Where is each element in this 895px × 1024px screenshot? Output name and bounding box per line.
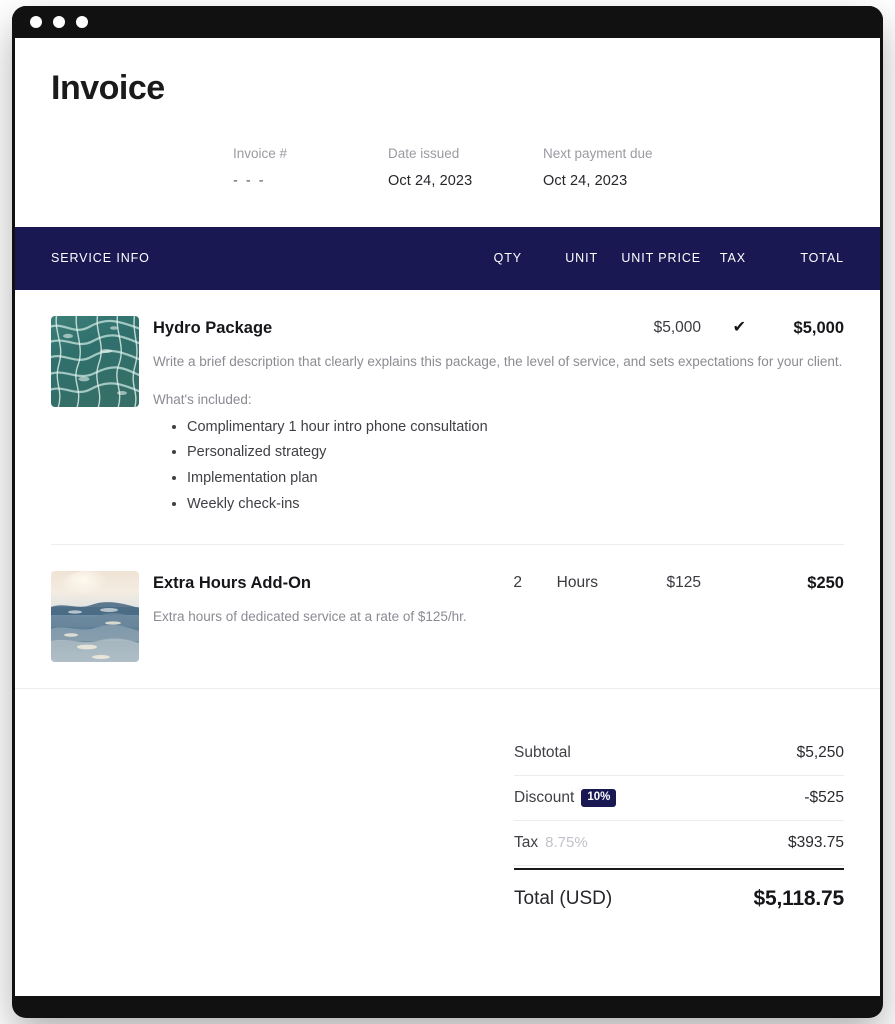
table-row[interactable]: Hydro Package $5,000 ✔ $5,000 Write a br… [51, 290, 844, 545]
subtotal-label: Subtotal [514, 743, 571, 761]
meta-next-payment-due: Next payment due Oct 24, 2023 [543, 145, 743, 190]
discount-label: Discount [514, 788, 575, 806]
grand-total-amount: $5,118.75 [753, 886, 845, 910]
line-item-description: Write a brief description that clearly e… [153, 354, 843, 370]
tax-rate: 8.75% [545, 834, 588, 852]
minimize-icon[interactable] [53, 16, 65, 28]
tax-row: Tax 8.75% $393.75 [514, 821, 844, 866]
line-item-total: $250 [807, 573, 844, 592]
subtotal-row: Subtotal $5,250 [514, 731, 844, 776]
meta-label: Invoice # [233, 146, 288, 162]
column-header-unit-price: UNIT PRICE [621, 251, 701, 266]
included-list: Complimentary 1 hour intro phone consult… [153, 415, 844, 518]
line-items-table-header: SERVICE INFO QTY UNIT UNIT PRICE TAX TOT… [15, 226, 880, 290]
meta-value: Oct 24, 2023 [543, 172, 628, 189]
totals-list: Subtotal $5,250 Discount 10% -$525 Tax 8… [514, 731, 844, 924]
pool-water-thumbnail [51, 315, 139, 407]
line-item-top: Hydro Package $5,000 ✔ $5,000 [153, 316, 844, 339]
page-title: Invoice [51, 69, 165, 107]
line-items-list: Hydro Package $5,000 ✔ $5,000 Write a br… [15, 289, 880, 688]
grand-total-label: Total (USD) [514, 887, 613, 909]
line-item-body: Extra Hours Add-On 2 Hours $125 $250 Ext… [153, 571, 844, 662]
line-item-total: $5,000 [793, 318, 844, 337]
subtotal-amount: $5,250 [796, 743, 844, 761]
totals-section: Subtotal $5,250 Discount 10% -$525 Tax 8… [15, 688, 880, 924]
invoice-document: Invoice Invoice # - - - Date issued Oct … [15, 38, 880, 996]
meta-label: Next payment due [543, 146, 653, 162]
line-item-name: Hydro Package [153, 318, 273, 337]
table-row[interactable]: Extra Hours Add-On 2 Hours $125 $250 Ext… [51, 545, 844, 688]
discount-label-group: Discount 10% [514, 788, 617, 807]
column-header-unit: UNIT [565, 251, 598, 266]
line-item-qty: 2 [513, 573, 522, 591]
discount-row: Discount 10% -$525 [514, 776, 844, 821]
line-item-name: Extra Hours Add-On [153, 573, 311, 592]
column-header-total: TOTAL [800, 251, 844, 266]
discount-amount: -$525 [804, 788, 844, 806]
ocean-sunset-thumbnail [51, 570, 139, 662]
line-item-qty [464, 316, 522, 318]
column-header-tax: TAX [719, 251, 746, 266]
browser-window: Invoice Invoice # - - - Date issued Oct … [12, 6, 883, 1018]
list-item: Complimentary 1 hour intro phone consult… [187, 415, 844, 441]
list-item: Weekly check-ins [187, 492, 844, 518]
column-header-qty: QTY [493, 251, 522, 266]
line-item-unit-price: $5,000 [653, 318, 701, 336]
meta-value: Oct 24, 2023 [388, 172, 473, 189]
meta-label: Date issued [388, 146, 460, 162]
check-icon: ✔ [732, 318, 746, 336]
column-header-service-info: SERVICE INFO [51, 251, 150, 266]
tax-label: Tax [514, 833, 539, 851]
tax-label-group: Tax 8.75% [514, 834, 588, 852]
included-label: What's included: [153, 392, 252, 408]
tax-amount: $393.75 [787, 833, 844, 851]
meta-value: - - - [233, 172, 266, 189]
line-item-unit: Hours [556, 573, 598, 591]
meta-date-issued: Date issued Oct 24, 2023 [388, 145, 543, 190]
invoice-header: Invoice Invoice # - - - Date issued Oct … [15, 38, 880, 227]
invoice-meta: Invoice # - - - Date issued Oct 24, 2023… [51, 145, 844, 226]
grand-total-row: Total (USD) $5,118.75 [514, 867, 845, 924]
list-item: Implementation plan [187, 466, 844, 492]
line-item-body: Hydro Package $5,000 ✔ $5,000 Write a br… [153, 316, 844, 518]
line-item-unit-price: $125 [666, 573, 701, 591]
status-badge: 10% [581, 788, 617, 807]
maximize-icon[interactable] [76, 16, 88, 28]
line-item-unit [522, 316, 598, 318]
list-item: Personalized strategy [187, 440, 844, 466]
line-item-top: Extra Hours Add-On 2 Hours $125 $250 [153, 571, 844, 594]
line-item-description: Extra hours of dedicated service at a ra… [153, 609, 467, 625]
meta-invoice-number: Invoice # - - - [233, 145, 388, 190]
window-titlebar [12, 6, 883, 38]
line-item-tax [701, 571, 746, 573]
close-icon[interactable] [30, 16, 42, 28]
